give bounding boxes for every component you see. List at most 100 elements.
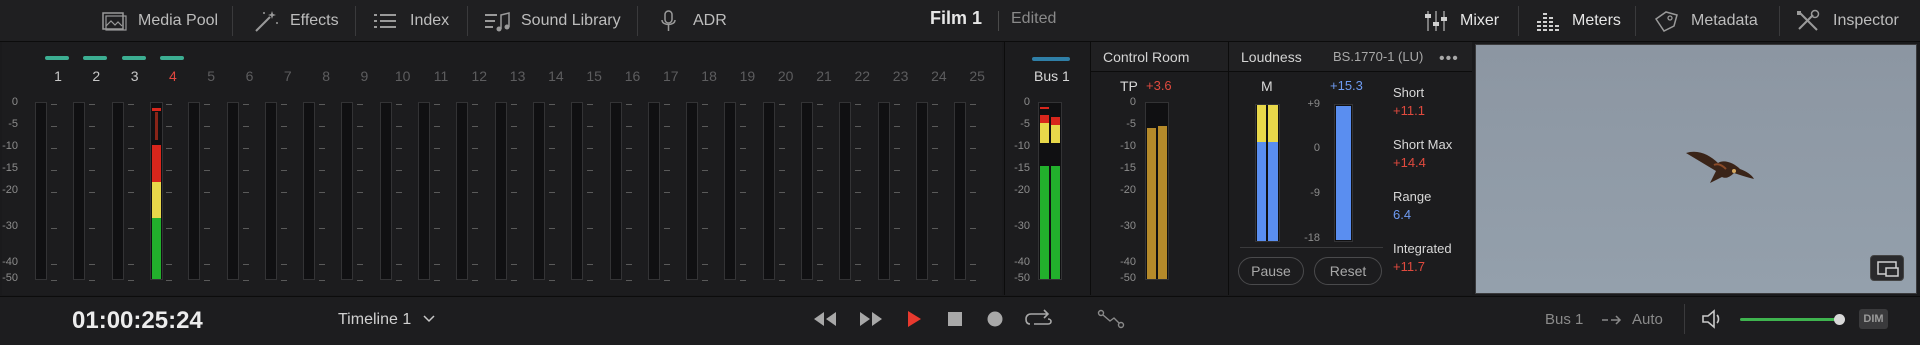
channel-number[interactable]: 9 — [349, 68, 379, 84]
db-scale-label: 0 — [11, 96, 18, 108]
tag-icon — [1654, 11, 1678, 32]
channel-number[interactable]: 11 — [426, 68, 456, 84]
timecode-display[interactable]: 01:00:25:24 — [72, 307, 203, 335]
record-button[interactable] — [980, 306, 1010, 332]
bus-meter-green-left — [1040, 166, 1049, 279]
scale-tick — [663, 280, 670, 281]
channel-number[interactable]: 18 — [694, 68, 724, 84]
channel-number[interactable]: 5 — [196, 68, 226, 84]
rewind-button[interactable] — [810, 306, 840, 332]
more-options-icon[interactable]: ••• — [1439, 50, 1459, 68]
mixer-button[interactable]: Mixer — [1422, 0, 1499, 42]
speaker-volume-icon[interactable] — [1700, 308, 1726, 330]
scale-tick — [587, 104, 594, 105]
scale-tick — [931, 280, 938, 281]
scale-tick — [548, 192, 555, 193]
db-scale-label: -40 — [1120, 256, 1136, 268]
magic-wand-icon — [255, 11, 278, 32]
sound-library-button[interactable]: Sound Library — [483, 0, 621, 42]
viewer-mode-button[interactable] — [1870, 255, 1904, 281]
scale-tick — [587, 148, 594, 149]
loudness-standard[interactable]: BS.1770-1 (LU) — [1333, 49, 1423, 64]
scale-tick — [51, 228, 57, 229]
channel-number[interactable]: 24 — [924, 68, 954, 84]
db-scale-label: 0 — [1129, 96, 1136, 108]
scale-tick — [242, 228, 249, 229]
automation-mode[interactable]: Auto — [1632, 311, 1663, 328]
effects-label: Effects — [290, 12, 339, 29]
fast-forward-button[interactable] — [856, 306, 886, 332]
db-scale-label: -30 — [1014, 220, 1030, 232]
channel-color-tag — [121, 56, 146, 60]
channel-meter — [418, 102, 430, 280]
channel-number[interactable]: 8 — [311, 68, 341, 84]
channel-meter-level — [151, 182, 161, 218]
scale-tick — [663, 170, 670, 171]
channel-number[interactable]: 20 — [771, 68, 801, 84]
scale-tick — [702, 280, 709, 281]
video-viewer[interactable] — [1475, 44, 1917, 294]
channel-number[interactable]: 17 — [656, 68, 686, 84]
channel-number[interactable]: 3 — [120, 68, 150, 84]
automation-curve-button[interactable] — [1096, 306, 1126, 332]
scale-tick — [548, 126, 555, 127]
channel-number[interactable]: 6 — [235, 68, 265, 84]
db-scale-label: -10 — [2, 140, 18, 152]
scale-tick — [472, 264, 479, 265]
metadata-button[interactable]: Metadata — [1653, 0, 1758, 42]
m-meter-yellow-right — [1268, 105, 1278, 142]
channel-number[interactable]: 4 — [158, 68, 188, 84]
stop-button[interactable] — [940, 306, 970, 332]
channel-number[interactable]: 23 — [886, 68, 916, 84]
channel-number[interactable]: 21 — [809, 68, 839, 84]
scale-tick — [587, 280, 594, 281]
channel-number[interactable]: 10 — [388, 68, 418, 84]
channel-color-tag — [83, 56, 108, 60]
scale-tick — [548, 170, 555, 171]
volume-slider-handle[interactable] — [1834, 314, 1845, 325]
scale-tick — [395, 170, 402, 171]
channel-number[interactable]: 15 — [579, 68, 609, 84]
effects-button[interactable]: Effects — [252, 0, 339, 42]
reset-button[interactable]: Reset — [1314, 257, 1382, 285]
channel-number[interactable]: 13 — [503, 68, 533, 84]
meters-button[interactable]: Meters — [1534, 0, 1621, 42]
scale-tick — [548, 104, 555, 105]
loop-button[interactable] — [1024, 306, 1054, 332]
pause-button[interactable]: Pause — [1238, 257, 1304, 285]
inspector-button[interactable]: Inspector — [1795, 0, 1899, 42]
channel-number[interactable]: 16 — [618, 68, 648, 84]
channel-number[interactable]: 2 — [81, 68, 111, 84]
channel-number[interactable]: 12 — [464, 68, 494, 84]
scale-tick — [855, 126, 862, 127]
channel-number[interactable]: 22 — [847, 68, 877, 84]
integrated-value: +11.7 — [1393, 259, 1425, 274]
scale-tick — [931, 264, 938, 265]
db-scale-label: -15 — [1120, 162, 1136, 174]
scale-tick — [931, 170, 938, 171]
channel-number[interactable]: 14 — [541, 68, 571, 84]
index-button[interactable]: Index — [372, 0, 449, 42]
db-scale-label: -10 — [1014, 140, 1030, 152]
scale-tick — [855, 264, 862, 265]
channel-number[interactable]: 25 — [962, 68, 992, 84]
m-meter — [1255, 104, 1280, 242]
scale-tick — [395, 228, 402, 229]
scale-tick — [970, 264, 977, 265]
scale-tick — [855, 170, 862, 171]
media-pool-button[interactable]: Media Pool — [100, 0, 218, 42]
volume-slider[interactable] — [1740, 318, 1842, 321]
channel-number[interactable]: 19 — [732, 68, 762, 84]
mixer-label: Mixer — [1460, 12, 1500, 29]
scale-tick — [702, 228, 709, 229]
scale-tick — [204, 148, 211, 149]
adr-button[interactable]: ADR — [655, 0, 727, 42]
scale-tick — [625, 192, 632, 193]
channel-number[interactable]: 1 — [43, 68, 73, 84]
dim-button[interactable]: DIM — [1859, 309, 1888, 329]
output-bus-label[interactable]: Bus 1 — [1545, 311, 1583, 328]
scale-tick — [319, 192, 326, 193]
channel-number[interactable]: 7 — [273, 68, 303, 84]
timeline-selector[interactable]: Timeline 1 — [338, 311, 436, 329]
play-button[interactable] — [899, 306, 929, 332]
